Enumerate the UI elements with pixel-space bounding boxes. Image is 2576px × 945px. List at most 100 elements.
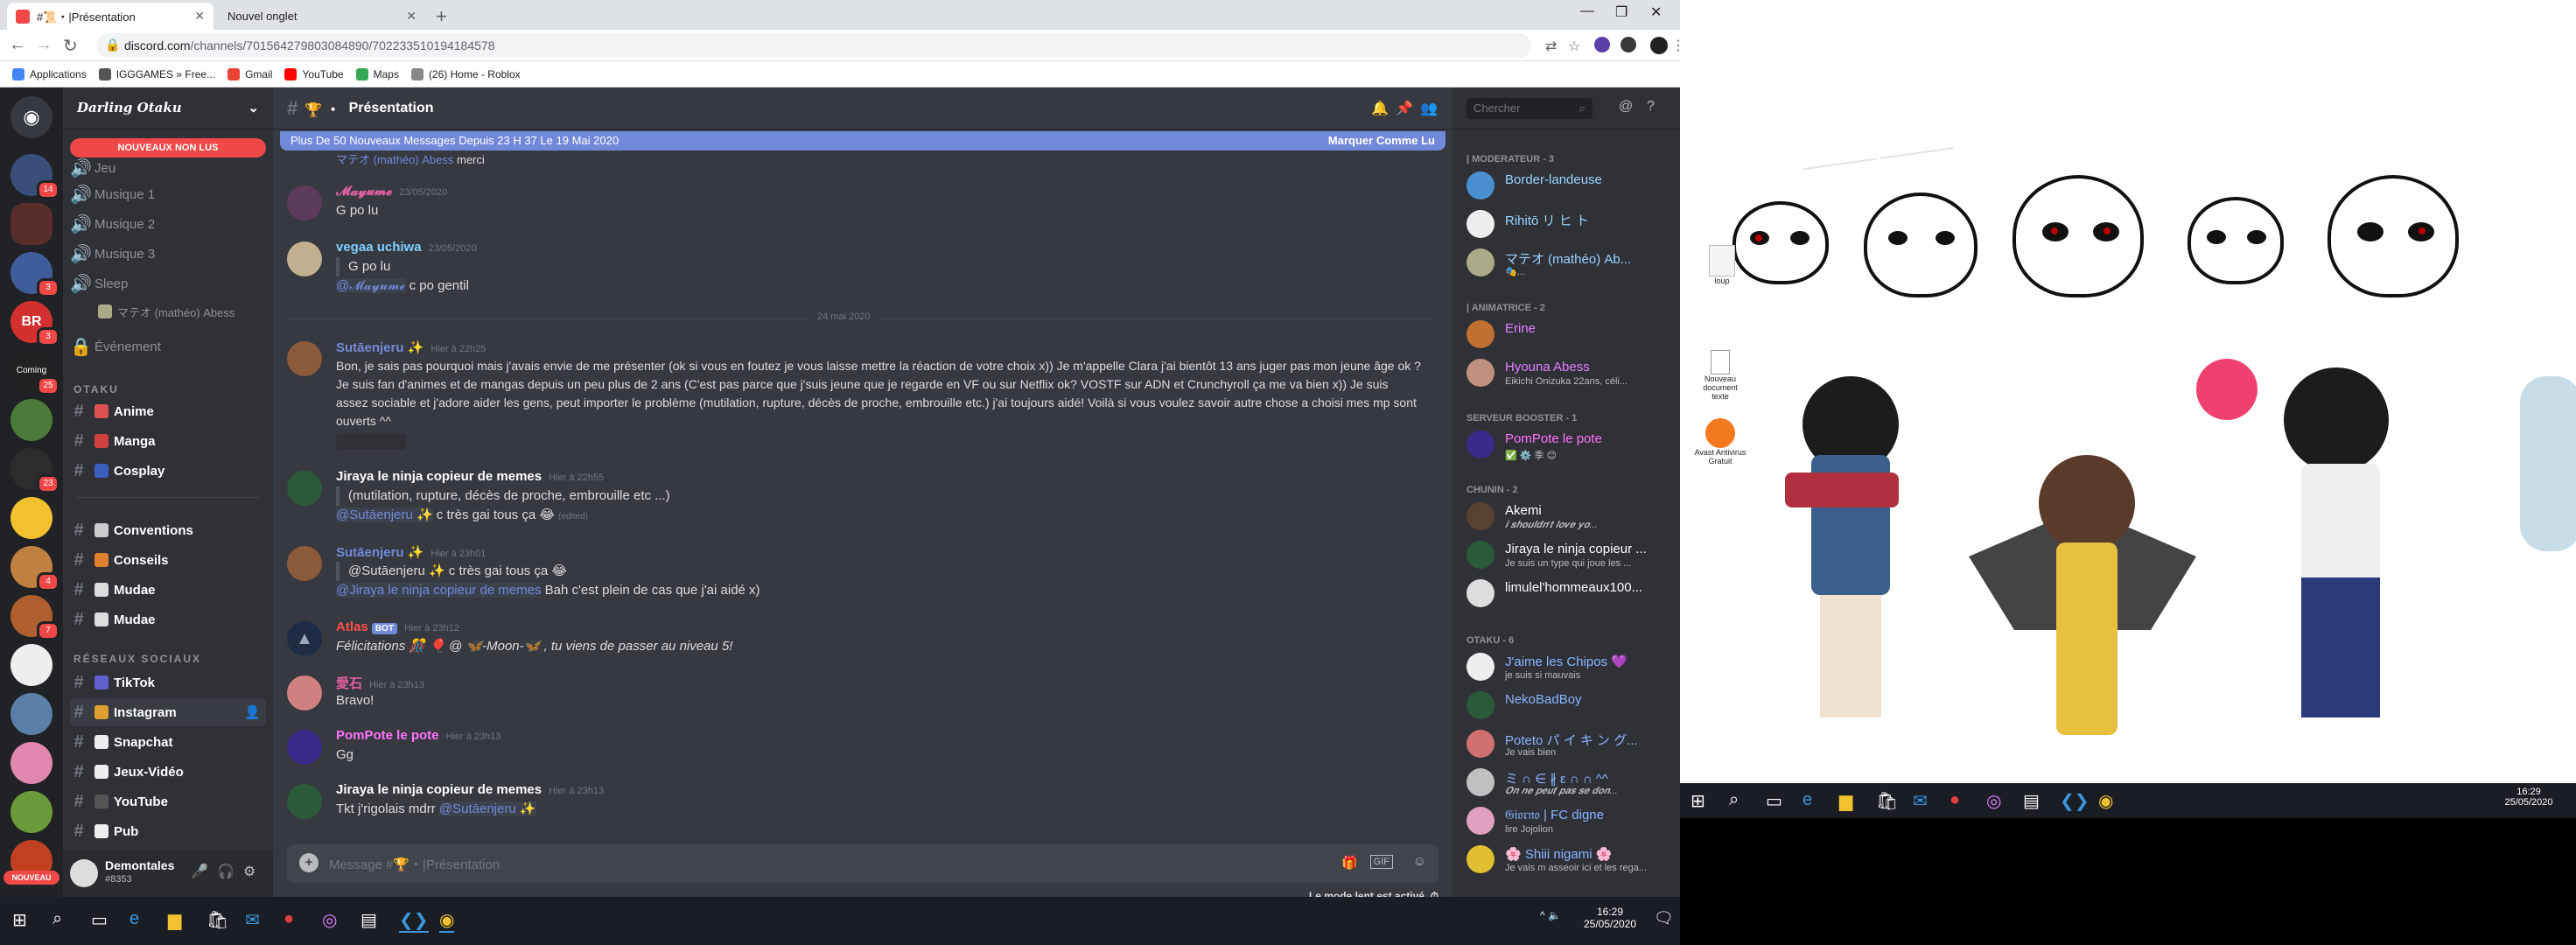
member-item[interactable]: マテオ (mathéo) Ab... 🎭... [1460,243,1673,282]
avatar[interactable] [287,546,322,581]
voice-channel-jeu[interactable]: 🔊 Jeu [70,154,266,182]
avatar[interactable] [287,676,322,710]
windows-start-icon[interactable]: ⊞ [1690,790,1705,812]
close-window-icon[interactable]: ✕ [1650,4,1662,21]
discord-home-icon[interactable]: ◉ [10,96,52,138]
member-item[interactable]: Erine [1460,315,1673,354]
add-user-icon[interactable]: 👤 [244,704,261,720]
member-item[interactable]: Poteto パ イ キ ン グ... Je vais bien [1460,724,1673,763]
avatar[interactable] [287,784,322,819]
file-explorer-icon[interactable]: ▆ [1839,790,1852,812]
file-explorer-icon[interactable]: ▆ [168,909,181,931]
clock[interactable]: 16:29 25/05/2020 [1575,906,1645,930]
server-icon[interactable] [10,203,52,245]
translate-icon[interactable]: ⇄ [1545,38,1557,55]
desktop-icon[interactable]: Avast Antivirus Gratuit [1694,418,1746,480]
task-view-icon[interactable]: ▭ [91,909,108,931]
bookmark-apps[interactable]: Applications [12,67,87,80]
author[interactable]: vegaa uchiwa 23/05/2020 [336,240,477,255]
channel-instagram[interactable]: # Instagram 👤 [70,698,266,726]
channel-manga[interactable]: # Manga [70,427,266,455]
mute-icon[interactable]: 🎤 [191,863,208,880]
tab-new[interactable]: Nouvel onglet ✕ [219,3,425,30]
chrome-icon[interactable]: ◉ [2098,790,2113,812]
app-icon[interactable]: ◎ [322,909,337,931]
channel-cosplay[interactable]: # Cosplay [70,457,266,485]
member-item[interactable]: Border-landeuse [1460,166,1673,205]
server-header[interactable]: Darling Otaku ⌄ [63,88,273,130]
avatar[interactable] [287,471,322,506]
desktop-icon[interactable]: loup [1704,245,1740,294]
member-item[interactable]: Jiraya le ninja copieur ... Je suis un ty… [1460,536,1673,574]
server-icon[interactable] [10,497,52,539]
extension-icon[interactable] [1620,37,1636,52]
bookmark-roblox[interactable]: (26) Home - Roblox [410,67,521,80]
minimize-icon[interactable]: — [1580,4,1594,19]
channel-tiktok[interactable]: # TikTok [70,668,266,696]
mail-icon[interactable]: ✉ [1913,790,1928,812]
mail-icon[interactable]: ✉ [245,909,260,931]
bookmark-maps[interactable]: Maps [355,67,399,80]
member-item[interactable]: J'aime les Chipos 💜 je suis si mauvais [1460,648,1673,686]
app-icon[interactable]: ▤ [2023,790,2040,812]
mark-read-button[interactable]: Marquer Comme Lu [1328,131,1435,150]
avatar[interactable] [70,859,98,887]
member-item[interactable]: Akemi 𝒊 𝒔𝒉𝒐𝒖𝒍𝒅𝒏'𝒕 𝒍𝒐𝒗𝒆 𝒚𝒐... [1460,497,1673,536]
member-item[interactable]: 🌸 Shiii nigami 🌸 Je vais m asseoir ici et… [1460,840,1673,878]
vscode-icon[interactable]: ❮❯ [399,909,429,933]
vscode-icon[interactable]: ❮❯ [2060,790,2090,812]
search-icon[interactable]: ⌕ [52,909,62,929]
voice-channel-musique2[interactable]: 🔊 Musique 2 [70,210,266,238]
chevron-down-icon[interactable]: ⌄ [248,100,259,116]
avatar[interactable] [287,186,322,220]
forward-icon[interactable]: → [35,35,52,55]
reactions[interactable] [336,434,406,450]
bell-icon[interactable]: 🔔 [1371,100,1389,117]
emoji-icon[interactable]: ☺ [1413,854,1426,869]
server-icon[interactable] [10,644,52,686]
restore-icon[interactable]: ❐ [1615,4,1628,21]
bookmark-gmail[interactable]: Gmail [228,67,272,80]
bookmark-star-icon[interactable]: ☆ [1568,38,1580,55]
gear-icon[interactable]: ⚙ [243,863,256,880]
event-channel[interactable]: 🔒 Événement [70,332,266,360]
server-icon[interactable] [10,693,52,735]
gift-icon[interactable]: 🎁 [1341,855,1358,871]
task-view-icon[interactable]: ▭ [1766,790,1782,812]
member-item[interactable]: Hyouna Abess Eikichi Onizuka 22ans, céli.… [1460,354,1673,392]
search-input[interactable]: Chercher ⌕ [1466,98,1592,119]
channel-conventions[interactable]: # Conventions [70,516,266,544]
app-icon[interactable]: ◎ [1986,790,2001,812]
avatar[interactable] [287,730,322,765]
new-messages-bar[interactable]: Plus De 50 Nouveaux Messages Depuis 23 H… [280,131,1446,150]
bookmark-youtube[interactable]: YouTube [284,67,344,80]
server-icon[interactable] [10,742,52,784]
author[interactable]: PomPote le pote Hier à 23h13 [336,728,501,743]
edge-icon[interactable]: e [1802,790,1812,810]
category-otaku[interactable]: OTAKU [74,383,119,396]
desktop-icon[interactable]: Nouveau document texte [1694,350,1746,401]
channel-snapchat[interactable]: # Snapchat [70,728,266,756]
avatar[interactable] [287,341,322,376]
channel-mudae[interactable]: # Mudae [70,576,266,604]
author[interactable]: Jiraya le ninja copieur de memes Hier à 2… [336,782,604,797]
edge-icon[interactable]: e [130,909,139,929]
voice-channel-sleep[interactable]: 🔊 Sleep [70,270,266,298]
gif-icon[interactable]: GIF [1369,855,1393,869]
back-icon[interactable]: ← [9,35,26,55]
extension-icon[interactable] [1594,37,1610,52]
avatar[interactable] [287,242,322,276]
voice-channel-musique3[interactable]: 🔊 Musique 3 [70,240,266,268]
atlas-avatar[interactable]: ▲ [287,621,322,656]
app-icon[interactable]: ● [1950,790,1960,810]
mention-at-icon[interactable]: @ [1619,99,1633,115]
voice-user[interactable]: マテオ (mathéo) Abess [98,298,294,326]
close-tab-icon[interactable]: ✕ [406,9,416,24]
author[interactable]: Jiraya le ninja copieur de memes Hier à 2… [336,469,604,484]
voice-channel-musique1[interactable]: 🔊 Musique 1 [70,180,266,208]
channel-conseils[interactable]: # Conseils [70,546,266,574]
store-icon[interactable]: 🛍 [1876,790,1898,812]
clock[interactable]: 16:29 25/05/2020 [2494,787,2564,808]
server-icon[interactable] [10,399,52,441]
channel-anime[interactable]: # Anime [70,397,266,425]
